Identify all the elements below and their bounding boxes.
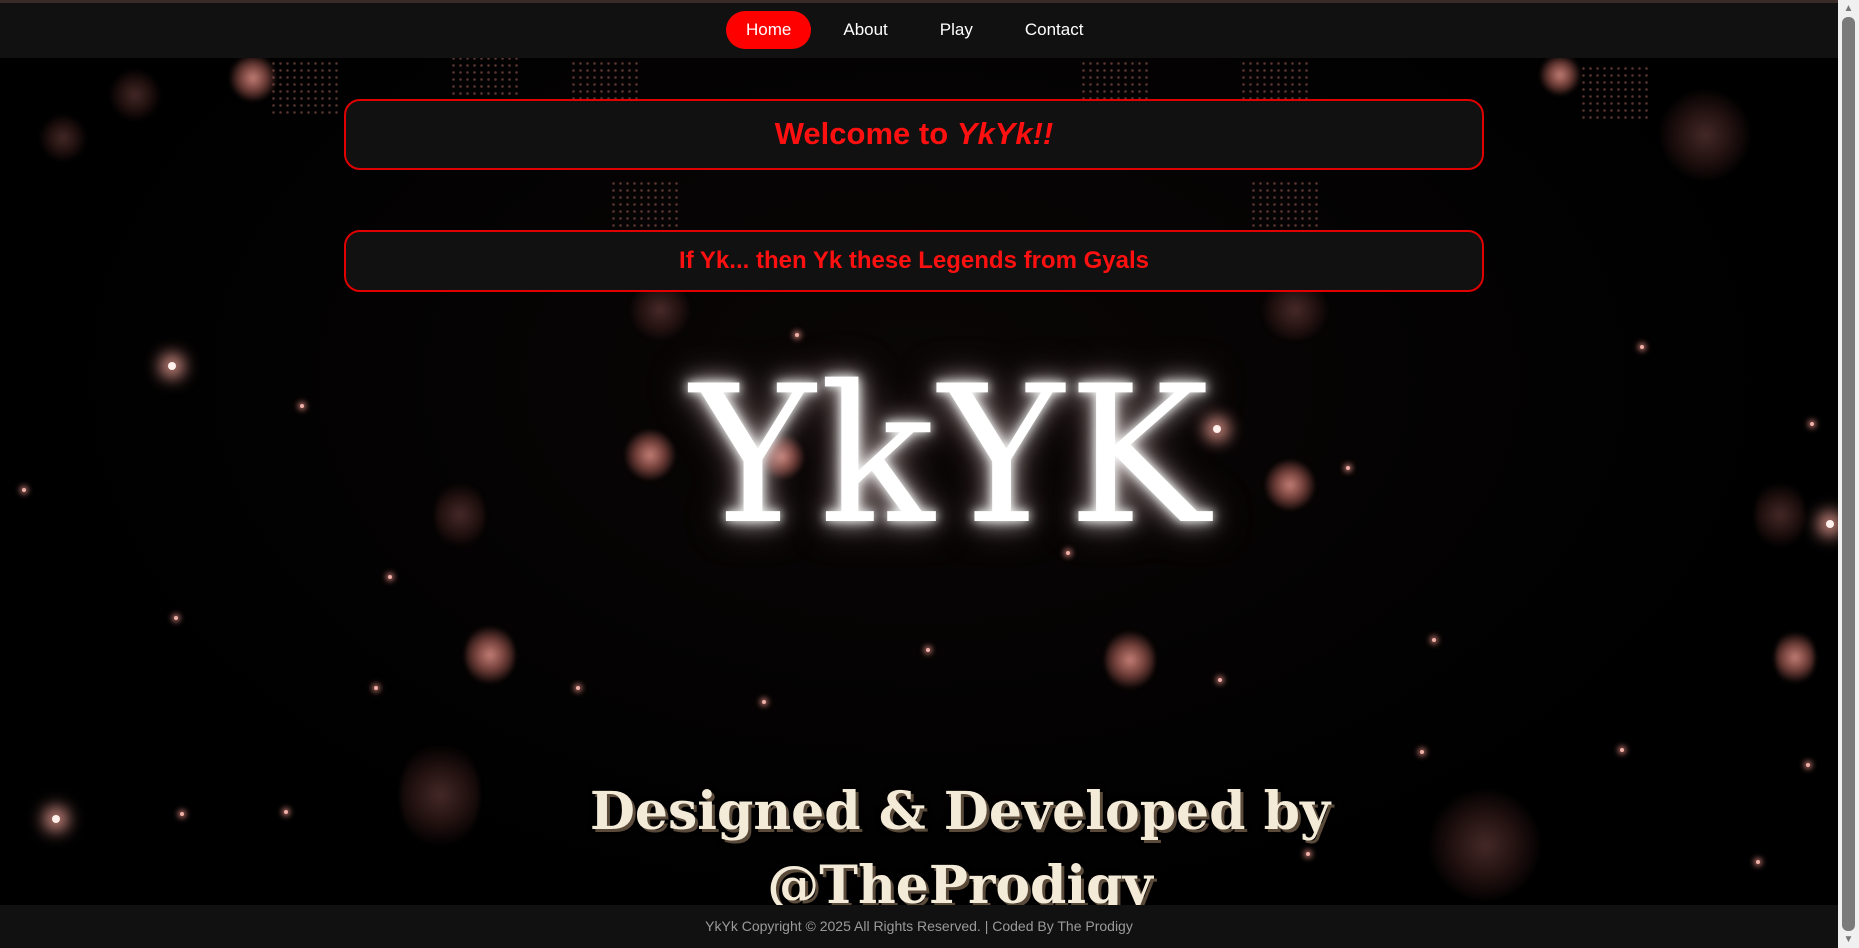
- bokeh-orb: [1660, 90, 1750, 180]
- sparkle: [795, 333, 799, 337]
- dot-cluster: [610, 180, 680, 235]
- sparkle: [576, 686, 580, 690]
- top-navbar: Home About Play Contact: [0, 0, 1838, 58]
- dot-cluster: [1580, 65, 1650, 120]
- bokeh-orb: [1775, 630, 1815, 685]
- sparkle: [926, 648, 930, 652]
- sparkle: [1756, 860, 1760, 864]
- dot-cluster: [1250, 180, 1320, 235]
- page-footer: YkYk Copyright © 2025 All Rights Reserve…: [0, 905, 1838, 948]
- sparkle: [1218, 678, 1222, 682]
- chevron-up-icon[interactable]: ▲: [1838, 0, 1859, 17]
- sparkle: [1810, 422, 1814, 426]
- sparkle: [1432, 638, 1436, 642]
- bokeh-orb: [1105, 630, 1155, 690]
- sparkle: [22, 488, 26, 492]
- nav-link-play[interactable]: Play: [920, 11, 993, 49]
- bokeh-orb: [400, 740, 480, 850]
- sparkle: [1806, 763, 1810, 767]
- sparkle: [174, 616, 178, 620]
- sparkle: [762, 700, 766, 704]
- credit-block: Designed & Developed by @TheProdigy: [560, 775, 1360, 923]
- sparkle: [52, 815, 60, 823]
- bokeh-orb: [110, 70, 160, 120]
- nav-links: Home About Play Contact: [726, 11, 1115, 49]
- bokeh-orb: [435, 480, 485, 550]
- sparkle: [374, 686, 378, 690]
- sparkle: [1826, 520, 1834, 528]
- bokeh-orb: [625, 430, 675, 480]
- nav-link-home[interactable]: Home: [726, 11, 812, 49]
- footer-copyright: YkYk Copyright © 2025 All Rights Reserve…: [705, 918, 1133, 934]
- welcome-banner: Welcome to YkYk!!: [344, 99, 1484, 170]
- bokeh-orb: [1540, 55, 1580, 95]
- bokeh-orb: [1755, 480, 1805, 550]
- vertical-scrollbar[interactable]: ▲ ▼: [1838, 0, 1859, 948]
- nav-link-about[interactable]: About: [823, 11, 907, 49]
- bokeh-orb: [465, 625, 515, 685]
- sparkle: [388, 575, 392, 579]
- sparkle: [1213, 425, 1221, 433]
- sparkle: [168, 362, 176, 370]
- subtitle-text: If Yk... then Yk these Legends from Gyal…: [679, 247, 1149, 274]
- welcome-brand: YkYk!!: [956, 116, 1054, 151]
- nav-link-contact[interactable]: Contact: [1005, 11, 1104, 49]
- sparkle: [300, 404, 304, 408]
- bokeh-orb: [1265, 460, 1315, 510]
- site-logo: YkYK: [690, 345, 1214, 566]
- sparkle: [1420, 750, 1424, 754]
- chevron-down-icon[interactable]: ▼: [1838, 931, 1859, 948]
- welcome-text: Welcome to: [774, 116, 957, 151]
- sparkle: [1640, 345, 1644, 349]
- sparkle: [1620, 748, 1624, 752]
- credit-line-1: Designed & Developed by: [589, 781, 1331, 842]
- sparkle: [284, 810, 288, 814]
- scrollbar-thumb[interactable]: [1842, 17, 1855, 931]
- subtitle-banner: If Yk... then Yk these Legends from Gyal…: [344, 230, 1484, 292]
- sparkle: [1346, 466, 1350, 470]
- bokeh-orb: [40, 115, 86, 161]
- sparkle: [180, 812, 184, 816]
- dot-cluster: [270, 60, 340, 115]
- bokeh-orb: [1430, 790, 1540, 900]
